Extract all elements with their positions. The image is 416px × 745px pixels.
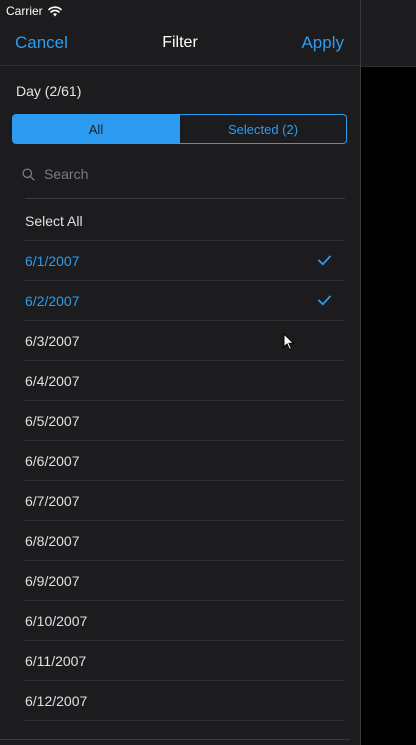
list-item[interactable]: 6/4/2007	[25, 361, 345, 401]
list-item-label: 6/4/2007	[25, 373, 80, 389]
list-item-label: 6/6/2007	[25, 453, 80, 469]
select-all-row[interactable]: Select All	[25, 201, 345, 241]
list-item-label: 6/8/2007	[25, 533, 80, 549]
list-item[interactable]: 6/11/2007	[25, 641, 345, 681]
wifi-icon	[47, 5, 62, 17]
search-input[interactable]	[42, 165, 336, 183]
search-divider	[25, 198, 345, 199]
search-bar	[16, 158, 346, 190]
list-item[interactable]: 6/1/2007	[25, 241, 345, 281]
backdrop	[360, 0, 416, 745]
status-bar: Carrier	[0, 0, 360, 22]
navigation-bar: Cancel Filter Apply	[0, 22, 360, 66]
apply-button[interactable]: Apply	[301, 33, 344, 53]
list-item[interactable]: 6/12/2007	[25, 681, 345, 721]
list-item[interactable]: 6/8/2007	[25, 521, 345, 561]
list-item-label: 6/10/2007	[25, 613, 88, 629]
backdrop-header	[361, 0, 416, 67]
segmented-control: All Selected (2)	[12, 114, 347, 144]
list-item[interactable]: 6/7/2007	[25, 481, 345, 521]
list-item-label: 6/12/2007	[25, 693, 88, 709]
list-item[interactable]: 6/6/2007	[25, 441, 345, 481]
filter-panel: Carrier Cancel Filter Apply Day (2/61) A…	[0, 0, 361, 745]
segment-selected[interactable]: Selected (2)	[179, 115, 346, 143]
list-item-label: 6/2/2007	[25, 293, 80, 309]
carrier-label: Carrier	[6, 4, 43, 18]
list-item-label: 6/1/2007	[25, 253, 80, 269]
list-item[interactable]: 6/5/2007	[25, 401, 345, 441]
list-item-label: 6/7/2007	[25, 493, 80, 509]
list-item[interactable]: 6/3/2007	[25, 321, 345, 361]
list-item[interactable]: 6/10/2007	[25, 601, 345, 641]
list-item[interactable]: 6/2/2007	[25, 281, 345, 321]
select-all-label: Select All	[25, 213, 83, 229]
section-header: Day (2/61)	[16, 83, 82, 99]
bottom-divider	[0, 739, 350, 740]
segment-all[interactable]: All	[13, 115, 179, 143]
search-icon	[22, 167, 35, 181]
screen: Carrier Cancel Filter Apply Day (2/61) A…	[0, 0, 416, 745]
day-list: Select All 6/1/2007 6/2/2007 6/3/2007 6/4/2…	[25, 201, 345, 721]
list-item-label: 6/3/2007	[25, 333, 80, 349]
list-item-label: 6/9/2007	[25, 573, 80, 589]
list-item-label: 6/5/2007	[25, 413, 80, 429]
checkmark-icon	[318, 255, 331, 266]
list-item[interactable]: 6/9/2007	[25, 561, 345, 601]
list-item-label: 6/11/2007	[25, 653, 87, 669]
mouse-cursor-icon	[283, 332, 295, 351]
checkmark-icon	[318, 295, 331, 306]
